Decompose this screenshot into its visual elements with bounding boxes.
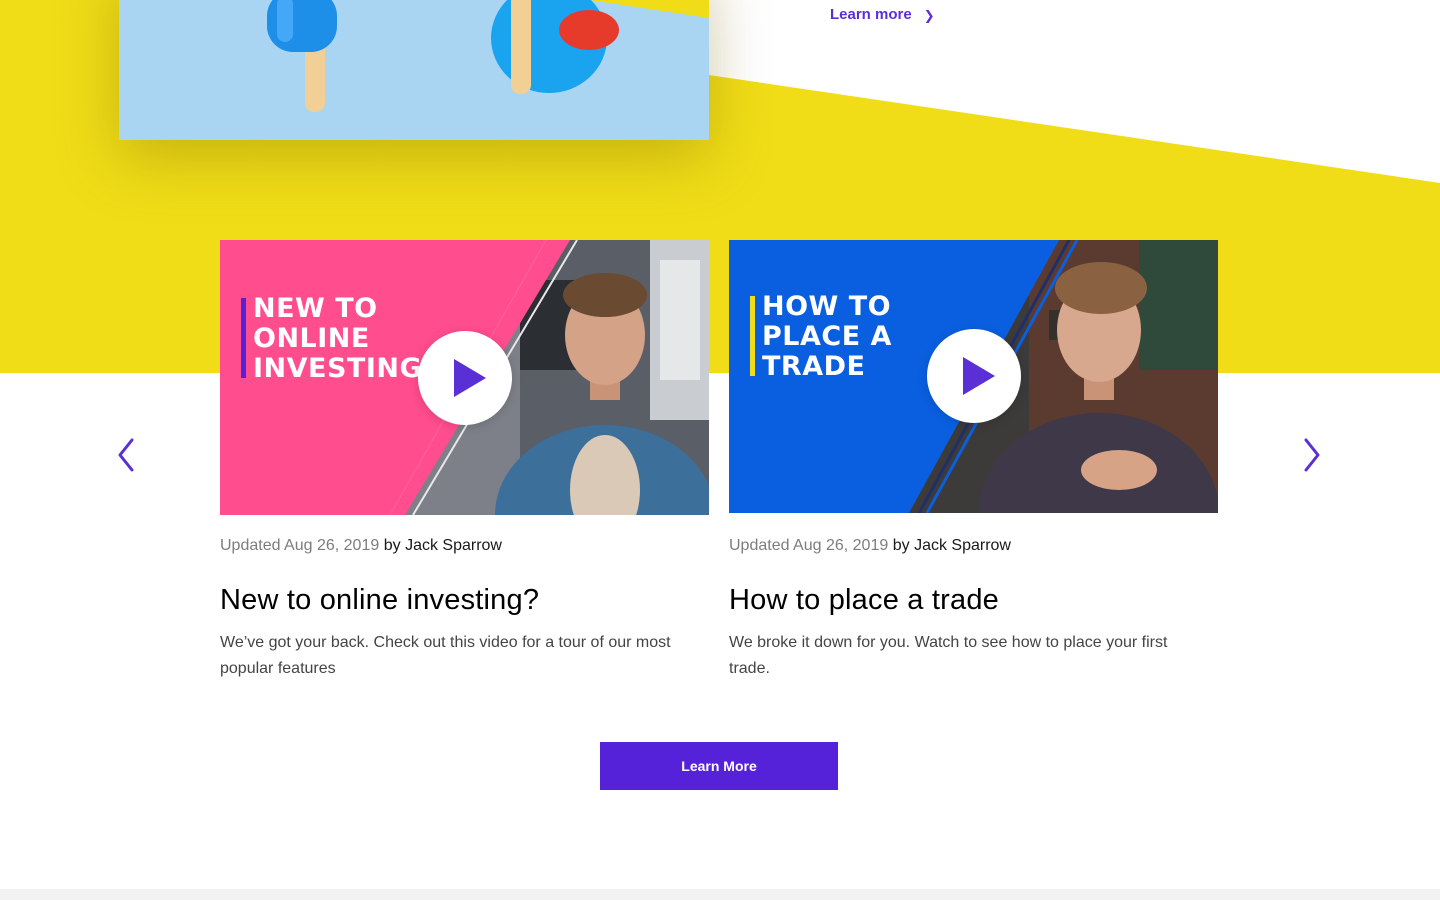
play-icon (963, 357, 995, 395)
play-button[interactable] (418, 331, 512, 425)
by-label: by (892, 537, 910, 554)
video-card: NEW TO ONLINE INVESTING Updated Aug 26, … (220, 240, 709, 682)
chevron-right-icon (1304, 438, 1320, 472)
card-description: We broke it down for you. Watch to see h… (729, 634, 1168, 677)
page: Learn more ❯ NEW TO ONLINE INVESTING Upd… (0, 0, 1440, 900)
video-thumbnail[interactable]: NEW TO ONLINE INVESTING (220, 240, 709, 515)
carousel-prev-button[interactable] (111, 430, 141, 480)
video-thumbnail[interactable]: HOW TO PLACE A TRADE (729, 240, 1218, 513)
hero-popsicle-image (119, 0, 709, 140)
card-title[interactable]: How to place a trade (729, 584, 1218, 620)
card-description: We’ve got your back. Check out this vide… (220, 634, 671, 677)
author-name: Jack Sparrow (405, 537, 502, 554)
author-name: Jack Sparrow (914, 537, 1011, 554)
footer-divider (0, 889, 1440, 900)
carousel-next-button[interactable] (1297, 430, 1327, 480)
updated-date: Updated Aug 26, 2019 (729, 537, 889, 554)
card-meta: Updated Aug 26, 2019 by Jack Sparrow (729, 537, 1218, 557)
learn-more-link[interactable]: Learn more ❯ (830, 6, 935, 23)
card-meta: Updated Aug 26, 2019 by Jack Sparrow (220, 537, 709, 557)
by-label: by (383, 537, 401, 554)
learn-more-label: Learn more (830, 6, 912, 23)
play-icon (454, 359, 486, 397)
chevron-right-icon: ❯ (923, 7, 935, 23)
updated-date: Updated Aug 26, 2019 (220, 537, 380, 554)
learn-more-button[interactable]: Learn More (600, 742, 838, 790)
play-button[interactable] (927, 329, 1021, 423)
card-title[interactable]: New to online investing? (220, 584, 709, 620)
chevron-left-icon (118, 438, 134, 472)
video-card: HOW TO PLACE A TRADE Updated Aug 26, 201… (729, 240, 1218, 682)
